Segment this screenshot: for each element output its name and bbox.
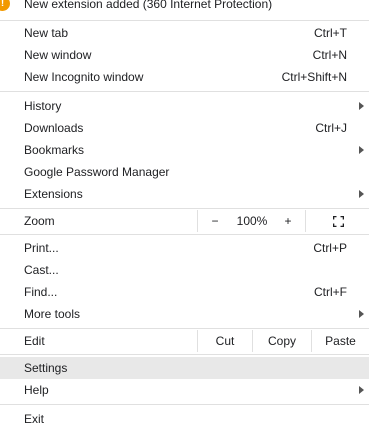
shortcut-label: Ctrl+T bbox=[314, 26, 347, 40]
separator bbox=[0, 354, 369, 355]
zoom-out-button[interactable]: − bbox=[206, 214, 224, 228]
menu-item-label: Downloads bbox=[24, 121, 84, 135]
menu-item-label: New Incognito window bbox=[24, 70, 144, 84]
menu-item-find[interactable]: Find... Ctrl+F bbox=[0, 281, 369, 303]
separator bbox=[0, 20, 369, 21]
menu-item-label: Bookmarks bbox=[24, 143, 85, 157]
menu-item-exit[interactable]: Exit bbox=[0, 408, 369, 430]
submenu-arrow-icon bbox=[359, 146, 364, 154]
menu-item-more-tools[interactable]: More tools bbox=[0, 303, 369, 325]
submenu-arrow-icon bbox=[359, 102, 364, 110]
chrome-main-menu: ! New extension added (360 Internet Prot… bbox=[0, 0, 373, 434]
menu-item-label: Exit bbox=[24, 412, 45, 426]
menu-item-settings[interactable]: Settings bbox=[0, 357, 369, 379]
fullscreen-icon[interactable] bbox=[333, 216, 344, 227]
menu-item-label: Help bbox=[24, 383, 49, 397]
menu-item-new-incognito-window[interactable]: New Incognito window Ctrl+Shift+N bbox=[0, 66, 369, 88]
divider bbox=[197, 210, 198, 232]
shortcut-label: Ctrl+J bbox=[315, 121, 347, 135]
menu-item-label: Extensions bbox=[24, 187, 83, 201]
submenu-arrow-icon bbox=[359, 190, 364, 198]
zoom-in-button[interactable]: + bbox=[279, 214, 297, 228]
menu-item-label: Google Password Manager bbox=[24, 165, 170, 179]
shortcut-label: Ctrl+N bbox=[312, 48, 347, 62]
menu-item-cast[interactable]: Cast... bbox=[0, 259, 369, 281]
menu-item-label: Cast... bbox=[24, 263, 59, 277]
menu-item-label: Find... bbox=[24, 285, 58, 299]
cut-button[interactable]: Cut bbox=[198, 334, 252, 348]
shortcut-label: Ctrl+Shift+N bbox=[281, 70, 347, 84]
zoom-level: 100% bbox=[236, 214, 268, 228]
menu-item-label: Settings bbox=[24, 361, 68, 375]
extension-added-notice[interactable]: ! New extension added (360 Internet Prot… bbox=[0, 0, 373, 14]
menu-item-label: More tools bbox=[24, 307, 81, 321]
paste-button[interactable]: Paste bbox=[312, 334, 369, 348]
copy-button[interactable]: Copy bbox=[253, 334, 311, 348]
divider bbox=[305, 210, 306, 232]
menu-item-downloads[interactable]: Downloads Ctrl+J bbox=[0, 117, 369, 139]
menu-item-new-tab[interactable]: New tab Ctrl+T bbox=[0, 22, 369, 44]
menu-item-extensions[interactable]: Extensions bbox=[0, 183, 369, 205]
zoom-row: Zoom − 100% + bbox=[0, 210, 369, 232]
edit-label: Edit bbox=[24, 334, 45, 348]
menu-item-label: Print... bbox=[24, 241, 59, 255]
zoom-label: Zoom bbox=[24, 214, 55, 228]
shortcut-label: Ctrl+F bbox=[314, 285, 347, 299]
shortcut-label: Ctrl+P bbox=[313, 241, 347, 255]
menu-item-history[interactable]: History bbox=[0, 95, 369, 117]
menu-item-label: New tab bbox=[24, 26, 69, 40]
menu-item-label: New window bbox=[24, 48, 92, 62]
notice-label: New extension added (360 Internet Protec… bbox=[24, 0, 273, 11]
separator bbox=[0, 91, 369, 92]
separator bbox=[0, 234, 369, 235]
menu-item-password-manager[interactable]: Google Password Manager bbox=[0, 161, 369, 183]
menu-item-bookmarks[interactable]: Bookmarks bbox=[0, 139, 369, 161]
edit-row: Edit Cut Copy Paste bbox=[0, 330, 369, 352]
menu-item-help[interactable]: Help bbox=[0, 379, 369, 401]
separator bbox=[0, 404, 369, 405]
separator bbox=[0, 208, 369, 209]
warning-icon: ! bbox=[0, 0, 10, 11]
submenu-arrow-icon bbox=[359, 310, 364, 318]
separator bbox=[0, 328, 369, 329]
menu-item-label: History bbox=[24, 99, 62, 113]
submenu-arrow-icon bbox=[359, 386, 364, 394]
menu-item-print[interactable]: Print... Ctrl+P bbox=[0, 237, 369, 259]
menu-item-new-window[interactable]: New window Ctrl+N bbox=[0, 44, 369, 66]
